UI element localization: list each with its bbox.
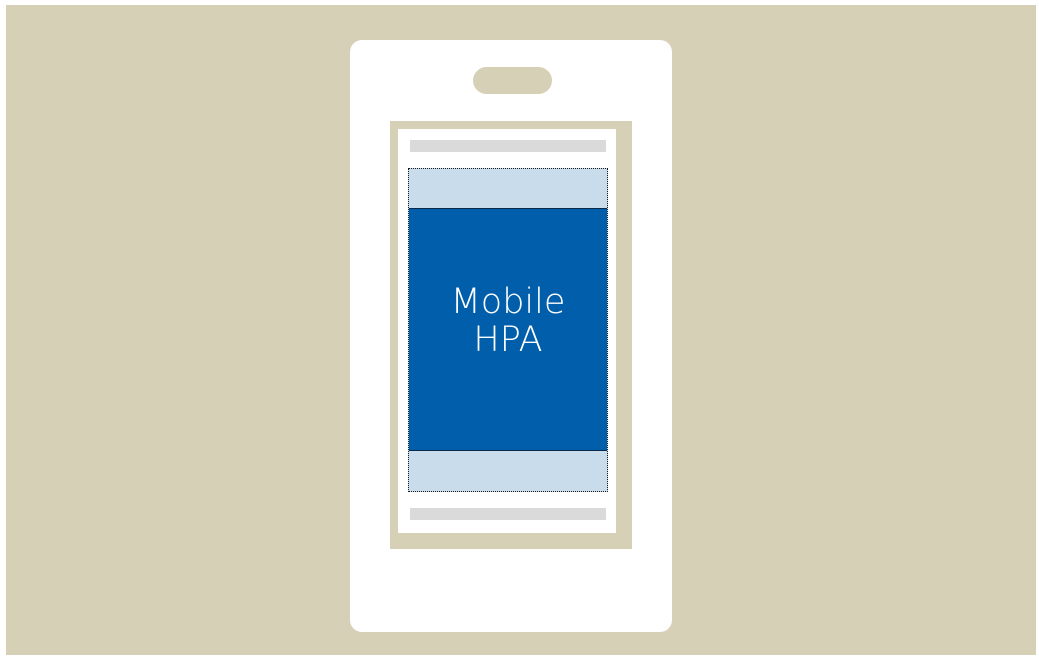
ad-unit-label-line-1: Mobile [450, 282, 566, 322]
ad-unit-label: Mobile HPA [409, 283, 607, 359]
phone-speaker-icon [473, 67, 552, 94]
expandable-ad-area: Mobile HPA [408, 168, 608, 492]
content-placeholder-top [410, 140, 606, 152]
mobile-phone: Mobile HPA [350, 40, 672, 632]
content-placeholder-bottom [410, 508, 606, 520]
ad-unit-label-line-2: HPA [473, 320, 543, 360]
illustration-canvas: Mobile HPA [0, 0, 1039, 657]
phone-screen-frame: Mobile HPA [390, 121, 632, 549]
phone-screen: Mobile HPA [398, 129, 616, 533]
mobile-hpa-ad-unit: Mobile HPA [409, 208, 607, 451]
